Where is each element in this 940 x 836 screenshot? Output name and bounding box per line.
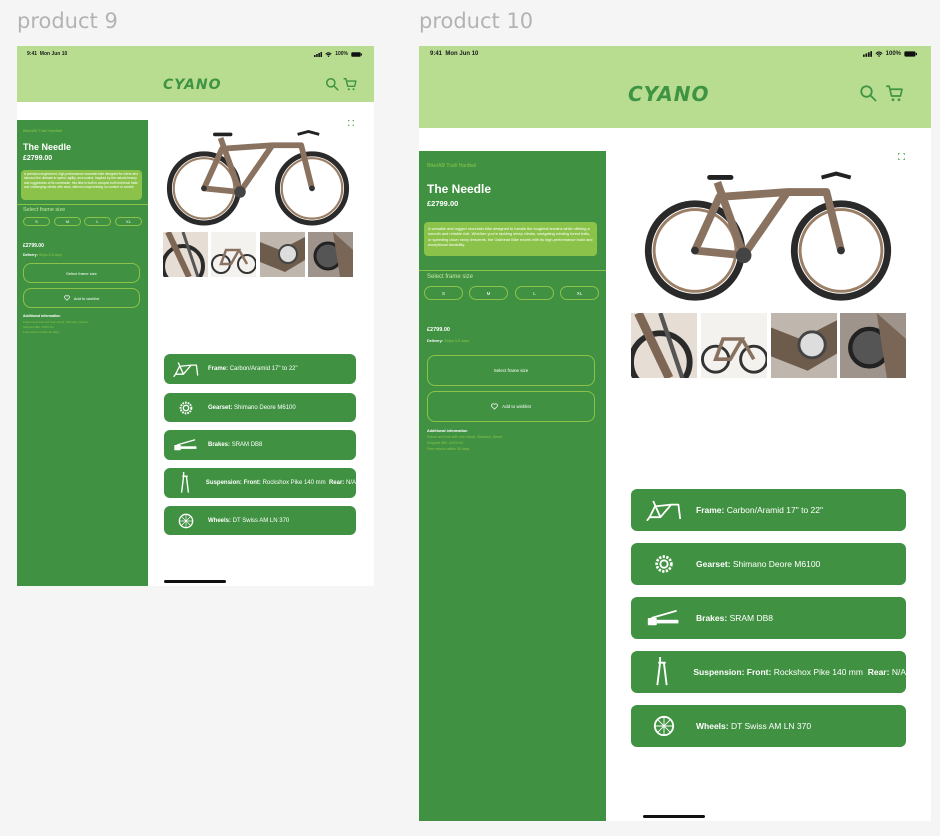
breadcrumb[interactable]: Bike/All/ Trail/ Hardtail: [427, 163, 476, 169]
brake-lever-icon: [164, 437, 208, 453]
additional-info-line: Shipped 48h, 100% Kit: [23, 325, 54, 329]
thumbnail-4[interactable]: [840, 313, 906, 378]
home-indicator[interactable]: [164, 580, 226, 583]
artboard-label: product 10: [419, 9, 534, 33]
spec-frame-card: Frame: Carbon/Aramid 17" to 22": [631, 489, 906, 531]
wheel-icon: [164, 513, 208, 529]
heart-icon: [63, 295, 70, 301]
brake-lever-icon: [631, 607, 696, 629]
product-description: A versatile and rugged mountain bike des…: [424, 222, 597, 256]
spec-suspension-card: Suspension: Front: Rockshox Pike 140 mm …: [164, 468, 356, 498]
product-price: £2799.00: [23, 155, 53, 162]
delivery-info: Delivery: Ships 3-5 days: [23, 253, 62, 257]
summary-price: £2799.00: [23, 243, 44, 249]
select-frame-size-button[interactable]: Select frame size: [23, 263, 140, 283]
spec-gearset-card: Gearset: Shimano Deore M6100: [164, 393, 356, 422]
size-label: Select frame size: [23, 207, 66, 213]
add-to-wishlist-button[interactable]: Add to wishlist: [23, 288, 140, 308]
header-bar: 9:41 Mon Jun 10 100% CYANO: [419, 46, 931, 128]
status-bar-right: 100%: [314, 51, 362, 57]
brand-logo[interactable]: CYANO: [628, 82, 709, 106]
thumbnail-3[interactable]: [260, 232, 305, 277]
size-button-l[interactable]: L: [515, 286, 554, 300]
wifi-icon: [875, 51, 883, 57]
thumbnail-2[interactable]: [211, 232, 256, 277]
brand-logo[interactable]: CYANO: [163, 77, 222, 93]
bike-frame-icon: [164, 361, 208, 377]
battery-icon: [351, 51, 362, 57]
signal-icon: [862, 51, 872, 57]
spec-brakes-card: Brakes: SRAM DB8: [164, 430, 356, 460]
size-button-s[interactable]: S: [23, 217, 50, 226]
spec-wheels-card: Wheels: DT Swiss AM LN 370: [631, 705, 906, 747]
spec-wheels-card: Wheels: DT Swiss AM LN 370: [164, 506, 356, 535]
wifi-icon: [325, 51, 332, 57]
summary-price: £2799.00: [427, 327, 450, 333]
thumbnail-1[interactable]: [163, 232, 208, 277]
product-main-image[interactable]: [632, 158, 904, 304]
spec-suspension-card: Suspension: Front: Rockshox Pike 140 mm …: [631, 651, 906, 693]
size-label: Select frame size: [427, 274, 474, 280]
delivery-info: Delivery: Ships 3-5 days: [427, 339, 470, 343]
search-icon[interactable]: [859, 84, 877, 102]
artboard-label: product 9: [17, 9, 118, 33]
spec-gearset-card: Gearset: Shimano Deore M6100: [631, 543, 906, 585]
signal-icon: [314, 51, 323, 57]
thumbnail-4[interactable]: [308, 232, 353, 277]
size-button-xl[interactable]: XL: [560, 286, 599, 300]
suspension-fork-icon: [164, 472, 206, 494]
additional-info-title: Additional information: [23, 314, 61, 318]
gear-icon: [164, 400, 208, 416]
size-button-s[interactable]: S: [424, 286, 463, 300]
additional-info-line: Frame and fork with rear shock, Shimano,…: [23, 320, 88, 324]
artboard-frame: 9:41 Mon Jun 10 100% CYANO Bike/All/ Tra…: [17, 46, 374, 586]
product-info-panel: Bike/All/ Trail/ Hardtail The Needle £27…: [17, 120, 148, 586]
additional-info-line: Free returns within 30 days: [427, 447, 470, 451]
thumbnail-3[interactable]: [771, 313, 837, 378]
battery-icon: [904, 51, 917, 57]
bike-frame-icon: [631, 499, 696, 521]
artboard-frame: 9:41 Mon Jun 10 100% CYANO Bike/All/ Tra…: [419, 46, 931, 821]
status-bar-left: 9:41 Mon Jun 10: [430, 51, 479, 57]
spec-frame-card: Frame: Carbon/Aramid 17" to 22": [164, 354, 356, 384]
thumbnail-2[interactable]: [701, 313, 767, 378]
product-description: A precision-engineered, high-performance…: [21, 170, 142, 200]
heart-icon: [491, 403, 498, 410]
divider: [419, 270, 606, 271]
add-to-wishlist-button[interactable]: Add to wishlist: [427, 391, 595, 422]
divider: [17, 204, 148, 205]
search-icon[interactable]: [325, 77, 339, 91]
cart-icon[interactable]: [885, 84, 904, 102]
product-info-panel: Bike/All/ Trail/ Hardtail The Needle £27…: [419, 151, 606, 821]
gear-icon: [631, 553, 696, 575]
additional-info-line: Free returns within 30 days: [23, 330, 60, 334]
wheel-icon: [631, 715, 696, 737]
cart-icon[interactable]: [343, 77, 357, 91]
product-name: The Needle: [427, 182, 492, 196]
additional-info-line: Shipped 48h, 100% Kit: [427, 441, 463, 445]
additional-info-title: Additional information: [427, 429, 468, 433]
product-name: The Needle: [23, 142, 72, 152]
home-indicator[interactable]: [643, 815, 705, 818]
product-price: £2799.00: [427, 199, 459, 208]
additional-info-line: Frame and fork with rear shock, Shimano,…: [427, 435, 503, 439]
product-main-image[interactable]: [163, 120, 353, 228]
size-button-l[interactable]: L: [84, 217, 111, 226]
suspension-fork-icon: [631, 657, 693, 687]
spec-brakes-card: Brakes: SRAM DB8: [631, 597, 906, 639]
select-frame-size-button[interactable]: Select frame size: [427, 355, 595, 386]
size-button-m[interactable]: M: [54, 217, 81, 226]
thumbnail-1[interactable]: [631, 313, 697, 378]
size-button-xl[interactable]: XL: [115, 217, 142, 226]
header-bar: 9:41 Mon Jun 10 100% CYANO: [17, 46, 374, 102]
breadcrumb[interactable]: Bike/All/ Trail/ Hardtail: [23, 128, 62, 133]
status-bar-left: 9:41 Mon Jun 10: [27, 51, 68, 57]
size-button-m[interactable]: M: [469, 286, 508, 300]
status-bar-right: 100%: [862, 51, 917, 57]
